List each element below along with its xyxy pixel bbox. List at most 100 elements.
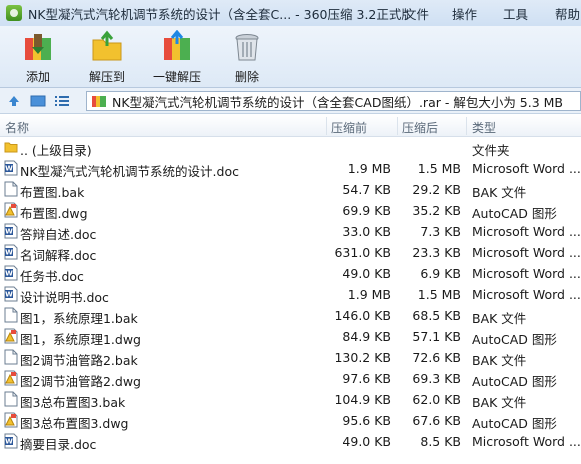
toolbar: 添加 解压到 一键解压 删除 [0, 26, 581, 88]
file-type: Microsoft Word ... [472, 245, 581, 260]
menu-tools[interactable]: 工具 [503, 0, 528, 26]
file-list: .. (上级目录) 文件夹 W NK型凝汽式汽轮机调节系统的设计.doc 1.9 MB 1… [0, 137, 581, 464]
file-type: BAK 文件 [472, 185, 527, 200]
file-type: Microsoft Word ... [472, 434, 581, 449]
autocad-dwg-icon [4, 412, 18, 428]
file-name: 图1，系统原理1.dwg [20, 332, 141, 347]
file-packed-size: 35.2 KB [412, 203, 461, 218]
file-row[interactable]: W 答辩自述.doc 33.0 KB 7.3 KB Microsoft Word ... [0, 221, 581, 242]
add-button[interactable]: 添加 [1, 28, 75, 86]
menu-help[interactable]: 帮助 [555, 0, 580, 26]
file-row[interactable]: 图1，系统原理1.dwg 84.9 KB 57.1 KB AutoCAD 图形 [0, 326, 581, 347]
file-name: 图1，系统原理1.bak [20, 311, 138, 326]
path-text: NK型凝汽式汽轮机调节系统的设计（含全套CAD图纸）.rar - 解包大小为 5… [112, 94, 564, 110]
file-packed-size: 1.5 MB [417, 287, 461, 302]
file-row[interactable]: 布置图.bak 54.7 KB 29.2 KB BAK 文件 [0, 179, 581, 200]
column-header: 名称 压缩前 压缩后 类型 [0, 115, 581, 137]
file-size: 69.9 KB [342, 203, 391, 218]
one-click-extract-button[interactable]: 一键解压 [140, 28, 214, 86]
file-size: 130.2 KB [334, 350, 391, 365]
file-row[interactable]: W 名词解释.doc 631.0 KB 23.3 KB Microsoft Word .… [0, 242, 581, 263]
file-type: Microsoft Word ... [472, 287, 581, 302]
file-name: 答辩自述.doc [20, 227, 97, 242]
up-level-button[interactable] [4, 91, 24, 111]
svg-text:W: W [5, 249, 13, 257]
file-packed-size: 69.3 KB [412, 371, 461, 386]
file-packed-size: 23.3 KB [412, 245, 461, 260]
blank-file-icon [4, 349, 18, 365]
word-doc-icon: W [4, 223, 18, 239]
word-doc-icon: W [4, 265, 18, 281]
file-size: 104.9 KB [334, 392, 391, 407]
file-type: Microsoft Word ... [472, 266, 581, 281]
file-row[interactable]: W 摘要目录.doc 49.0 KB 8.5 KB Microsoft Word ... [0, 431, 581, 452]
file-name: .. (上级目录) [20, 143, 92, 158]
file-size: 84.9 KB [342, 329, 391, 344]
blank-file-icon [4, 181, 18, 197]
word-doc-icon: W [4, 160, 18, 176]
file-name: 图2调节油管路2.dwg [20, 374, 141, 389]
file-size: 631.0 KB [334, 245, 391, 260]
file-row[interactable]: 布置图.dwg 69.9 KB 35.2 KB AutoCAD 图形 [0, 200, 581, 221]
extract-to-button[interactable]: 解压到 [70, 28, 144, 86]
file-row[interactable]: 图2调节油管路2.bak 130.2 KB 72.6 KB BAK 文件 [0, 347, 581, 368]
file-size: 49.0 KB [342, 434, 391, 449]
file-name: 任务书.doc [20, 269, 84, 284]
file-row[interactable]: .. (上级目录) 文件夹 [0, 137, 581, 158]
view-icons-button[interactable] [28, 91, 48, 111]
file-packed-size: 62.0 KB [412, 392, 461, 407]
file-name: 布置图.dwg [20, 206, 88, 221]
file-name: 设计说明书.doc [20, 290, 109, 305]
column-packed[interactable]: 压缩后 [402, 119, 438, 136]
title-bar: NK型凝汽式汽轮机调节系统的设计（含全套C... - 360压缩 3.2正式版 [0, 0, 581, 26]
file-row[interactable]: W 设计说明书.doc 1.9 MB 1.5 MB Microsoft Word ... [0, 284, 581, 305]
file-row[interactable]: 图3总布置图3.bak 104.9 KB 62.0 KB BAK 文件 [0, 389, 581, 410]
file-row[interactable]: W 任务书.doc 49.0 KB 6.9 KB Microsoft Word ... [0, 263, 581, 284]
file-type: Microsoft Word ... [472, 161, 581, 176]
file-packed-size: 72.6 KB [412, 350, 461, 365]
view-details-button[interactable] [52, 91, 72, 111]
file-name: 布置图.bak [20, 185, 85, 200]
file-type: BAK 文件 [472, 311, 527, 326]
large-icons-view-icon [30, 95, 46, 106]
menu-file[interactable]: 文件 [404, 0, 429, 26]
file-type: BAK 文件 [472, 353, 527, 368]
svg-text:W: W [5, 291, 13, 299]
menu-operation[interactable]: 操作 [452, 0, 477, 26]
file-type: Microsoft Word ... [472, 224, 581, 239]
delete-button[interactable]: 删除 [210, 28, 284, 86]
file-row[interactable]: 图2调节油管路2.dwg 97.6 KB 69.3 KB AutoCAD 图形 [0, 368, 581, 389]
file-type: BAK 文件 [472, 395, 527, 410]
file-type: AutoCAD 图形 [472, 416, 557, 431]
file-row[interactable]: W NK型凝汽式汽轮机调节系统的设计.doc 1.9 MB 1.5 MB Microso… [0, 158, 581, 179]
file-size: 54.7 KB [342, 182, 391, 197]
file-packed-size: 67.6 KB [412, 413, 461, 428]
column-name[interactable]: 名称 [5, 119, 29, 136]
autocad-dwg-icon [4, 202, 18, 218]
svg-text:W: W [5, 270, 13, 278]
file-name: 图3总布置图3.bak [20, 395, 126, 410]
file-packed-size: 29.2 KB [412, 182, 461, 197]
add-label: 添加 [25, 70, 50, 84]
file-name: 名词解释.doc [20, 248, 97, 263]
column-size[interactable]: 压缩前 [331, 119, 367, 136]
address-bar: NK型凝汽式汽轮机调节系统的设计（含全套CAD图纸）.rar - 解包大小为 5… [0, 88, 581, 114]
file-row[interactable]: 图3总布置图3.dwg 95.6 KB 67.6 KB AutoCAD 图形 [0, 410, 581, 431]
folder-icon [4, 139, 18, 155]
svg-text:W: W [5, 165, 13, 173]
file-row[interactable]: 图1，系统原理1.bak 146.0 KB 68.5 KB BAK 文件 [0, 305, 581, 326]
file-name: 图3总布置图3.dwg [20, 416, 129, 431]
path-field[interactable]: NK型凝汽式汽轮机调节系统的设计（含全套CAD图纸）.rar - 解包大小为 5… [86, 91, 581, 111]
trash-icon [235, 34, 259, 61]
up-arrow-icon [9, 95, 19, 106]
svg-text:W: W [5, 438, 13, 446]
file-name: 摘要目录.doc [20, 437, 97, 452]
file-size: 49.0 KB [342, 266, 391, 281]
file-size: 1.9 MB [347, 287, 391, 302]
file-packed-size: 6.9 KB [420, 266, 461, 281]
column-type[interactable]: 类型 [472, 119, 496, 136]
file-size: 97.6 KB [342, 371, 391, 386]
file-type: AutoCAD 图形 [472, 374, 557, 389]
word-doc-icon: W [4, 433, 18, 449]
add-archive-icon [25, 34, 51, 60]
